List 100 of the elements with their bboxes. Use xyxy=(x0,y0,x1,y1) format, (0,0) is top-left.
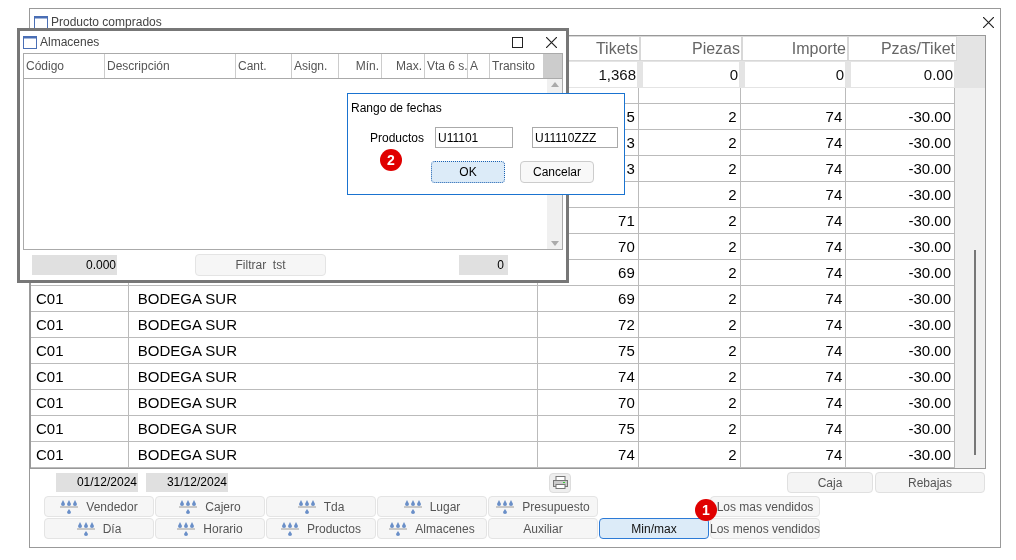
date-field[interactable]: 01/12/2024 xyxy=(56,473,138,492)
report-button[interactable]: Los mas vendidos xyxy=(710,496,820,517)
table-cell: -30.00 xyxy=(908,316,952,333)
table-row[interactable]: C01 BODEGA SUR 70 2 74 -30.00 xyxy=(31,390,956,416)
report-button[interactable]: Lugar xyxy=(377,496,487,517)
column-header[interactable]: Cant. xyxy=(236,54,292,78)
column-header[interactable]: Asign. xyxy=(292,54,339,78)
table-cell: 72 xyxy=(618,316,635,333)
table-cell: -30.00 xyxy=(908,186,952,203)
date-field[interactable]: 31/12/2024 xyxy=(146,473,228,492)
table-row[interactable]: C01 BODEGA SUR 72 2 74 -30.00 xyxy=(31,312,956,338)
table-cell: 2 xyxy=(728,212,737,229)
report-button[interactable]: Auxiliar xyxy=(488,518,598,539)
table-cell: -30.00 xyxy=(908,264,952,281)
close-icon xyxy=(982,16,994,28)
dialog-button[interactable]: Cancelar xyxy=(520,161,594,183)
side-button[interactable]: Rebajas xyxy=(875,472,985,493)
dialog-button[interactable]: OK xyxy=(431,161,505,183)
column-header[interactable]: Código xyxy=(24,54,105,78)
table-cell: -30.00 xyxy=(908,290,952,307)
table-cell: 2 xyxy=(728,368,737,385)
report-button[interactable]: Tda xyxy=(266,496,376,517)
table-cell: 74 xyxy=(825,186,843,203)
table-cell: 75 xyxy=(618,420,635,437)
table-cell: 69 xyxy=(618,290,635,307)
close-icon[interactable] xyxy=(546,36,557,48)
drops-icon xyxy=(389,521,408,536)
table-cell: -30.00 xyxy=(908,368,952,385)
table-cell: 3 xyxy=(626,160,635,177)
table-cell: 74 xyxy=(825,420,843,437)
table-cell: C01 xyxy=(36,342,64,359)
table-row[interactable]: C01 BODEGA SUR 69 2 74 -30.00 xyxy=(31,286,956,312)
maximize-icon[interactable] xyxy=(512,36,523,48)
table-cell: 74 xyxy=(825,290,843,307)
table-cell: -30.00 xyxy=(908,160,952,177)
print-button[interactable] xyxy=(549,472,571,493)
field-label: Productos xyxy=(370,129,426,147)
table-cell: 2 xyxy=(728,264,737,281)
column-header[interactable]: Max. xyxy=(382,54,425,78)
scrollbar-thumb[interactable] xyxy=(974,250,977,455)
report-button[interactable]: Vendedor xyxy=(44,496,154,517)
report-button[interactable]: Min/max xyxy=(599,518,709,539)
filter-button[interactable]: Filtrar tst xyxy=(195,254,326,276)
drops-icon xyxy=(281,521,299,536)
total-field: 0.000 xyxy=(32,255,117,275)
report-button[interactable]: Almacenes xyxy=(377,518,487,539)
table-row[interactable]: C01 BODEGA SUR 74 2 74 -30.00 xyxy=(31,364,956,390)
report-button[interactable]: Productos xyxy=(266,518,376,539)
window-title: Producto comprados xyxy=(51,14,163,31)
table-cell: 74 xyxy=(825,446,843,463)
side-button[interactable]: Caja xyxy=(787,472,873,493)
report-button[interactable]: Día xyxy=(44,518,154,539)
table-row[interactable]: C01 BODEGA SUR 75 2 74 -30.00 xyxy=(31,416,956,442)
column-header[interactable]: Descripción xyxy=(105,54,236,78)
table-cell: 5 xyxy=(626,108,635,125)
column-header[interactable]: Piezas xyxy=(640,36,742,61)
table-cell: 69 xyxy=(618,264,635,281)
table-cell: 74 xyxy=(825,160,843,177)
dialog-title: Rango de fechas xyxy=(351,100,443,117)
table-cell: 3 xyxy=(626,134,635,151)
table-cell: C01 xyxy=(36,420,64,437)
scrollbar[interactable] xyxy=(955,88,985,468)
column-header[interactable]: A xyxy=(468,54,490,78)
column-header[interactable]: Pzas/Tiket xyxy=(848,36,957,61)
column-header[interactable]: Mín. xyxy=(339,54,382,78)
input-field[interactable]: U11101 xyxy=(435,127,513,148)
table-cell: 2 xyxy=(728,394,737,411)
table-cell: C01 xyxy=(36,394,64,411)
report-button[interactable]: Presupuesto xyxy=(488,496,598,517)
table-cell: 2 xyxy=(728,134,737,151)
table-cell: -30.00 xyxy=(908,212,952,229)
drops-icon xyxy=(179,499,198,514)
total-cell: 0 xyxy=(643,62,739,87)
table-row[interactable]: C01 BODEGA SUR 74 2 74 -30.00 xyxy=(31,442,956,468)
table-cell: C01 xyxy=(36,316,64,333)
number-badge: 1 xyxy=(695,499,717,521)
table-cell: 2 xyxy=(728,108,737,125)
table-cell: 2 xyxy=(728,238,737,255)
report-button[interactable]: Los menos vendidos xyxy=(710,518,820,539)
table-row[interactable]: C01 BODEGA SUR 75 2 74 -30.00 xyxy=(31,338,956,364)
input-field[interactable]: U11110ZZZ xyxy=(532,127,618,148)
drops-icon xyxy=(60,499,79,514)
table-cell: -30.00 xyxy=(908,134,952,151)
table-cell: 2 xyxy=(728,186,737,203)
table-cell: 2 xyxy=(728,342,737,359)
table-cell: BODEGA SUR xyxy=(137,420,237,437)
table-cell: -30.00 xyxy=(908,446,952,463)
table-cell: C01 xyxy=(36,446,64,463)
report-button[interactable]: Horario xyxy=(155,518,265,539)
report-button[interactable]: Cajero xyxy=(155,496,265,517)
table-cell: 70 xyxy=(618,238,635,255)
table-cell: BODEGA SUR xyxy=(137,368,237,385)
table-cell: -30.00 xyxy=(908,108,952,125)
column-header[interactable]: Vta 6 s. xyxy=(425,54,468,78)
number-badge: 2 xyxy=(380,149,402,171)
table-cell: 2 xyxy=(728,420,737,437)
printer-icon xyxy=(552,476,568,489)
table-cell: 2 xyxy=(728,316,737,333)
column-header[interactable]: Importe xyxy=(742,36,848,61)
table-cell: 2 xyxy=(728,446,737,463)
